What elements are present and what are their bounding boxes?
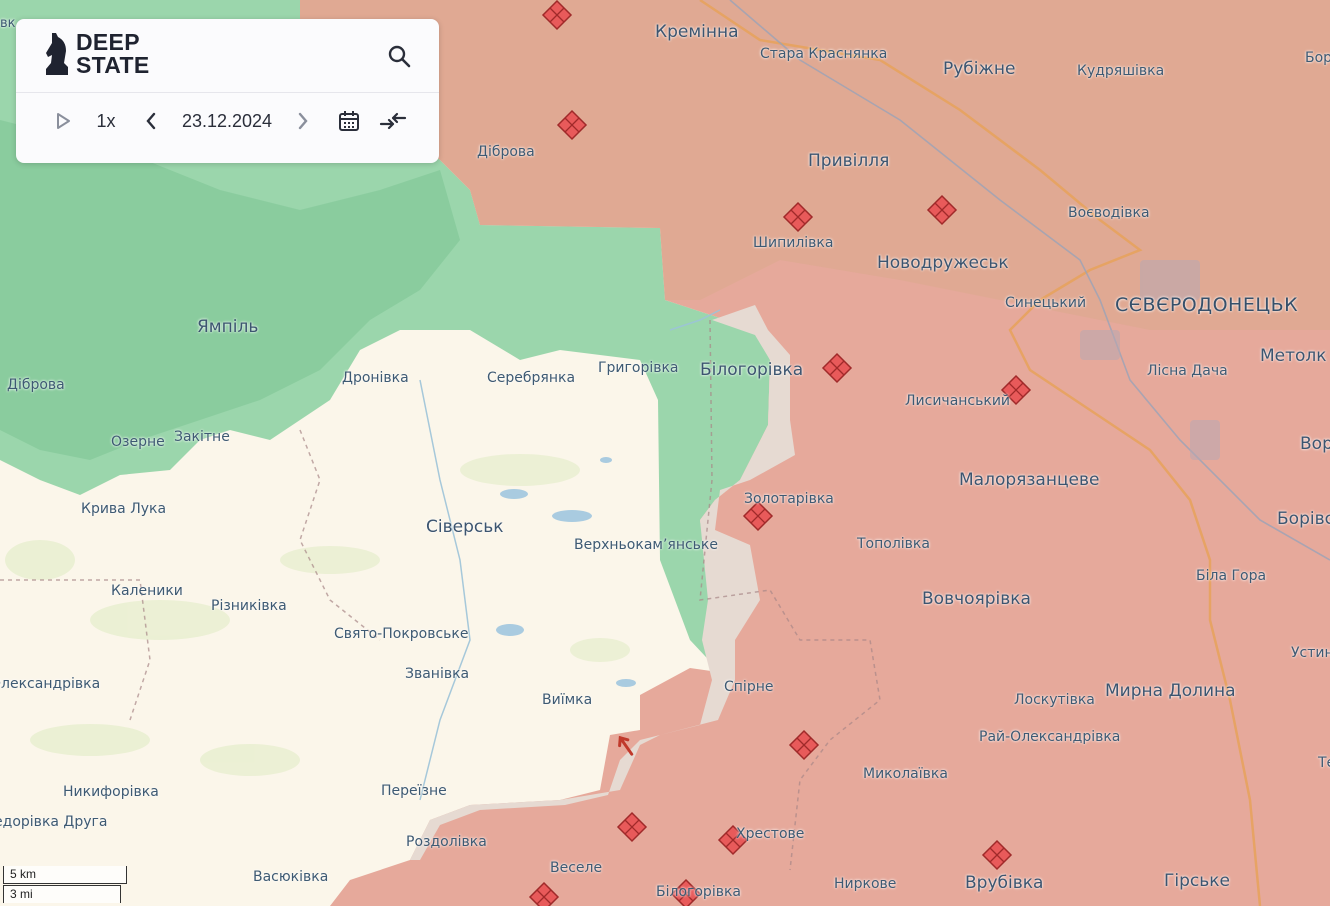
label-maloriazantseve: Малорязанцеве (959, 470, 1100, 490)
label-kudriashivka: Кудряшівка (1077, 63, 1165, 79)
label-nyrkove: Ниркове (834, 876, 897, 892)
search-icon (388, 45, 411, 68)
compare-button[interactable] (378, 106, 408, 136)
label-kreminna: Кремінна (655, 22, 739, 42)
label-fedorivka-druha: Федорівка Друга (0, 814, 108, 830)
next-date-button[interactable] (292, 106, 314, 136)
scale-km: 5 km (3, 866, 127, 884)
control-panel: DEEP STATE 1x 23.12.2024 (16, 19, 439, 163)
label-hirske: Гірське (1164, 871, 1230, 891)
label-vyimka: Виїмка (542, 692, 593, 708)
label-te: Те (1318, 755, 1330, 771)
label-shypylivka: Шипилівка (753, 235, 834, 251)
logo-line1: DEEP (76, 29, 140, 55)
label-kryva-luka: Крива Лука (81, 501, 167, 517)
label-ustyn: Устин (1291, 645, 1330, 661)
logo: DEEP STATE (44, 31, 149, 77)
label-rubizhne: Рубіжне (943, 59, 1016, 79)
label-svyato-pokrovske: Свято-Покровське (334, 626, 469, 642)
label-hryhorivka: Григорівка (598, 360, 679, 376)
label-oleksandrivka: Олександрівка (0, 676, 101, 692)
label-vovchoiarivka: Вовчоярівка (922, 589, 1031, 609)
label-bilohorivka-south: Білогорівка (656, 884, 741, 900)
label-vor: Вор (1300, 434, 1330, 454)
play-icon (57, 113, 70, 129)
label-siversk: Сіверськ (426, 517, 504, 537)
label-rozdolivka: Роздолівка (406, 834, 487, 850)
current-date[interactable]: 23.12.2024 (176, 106, 278, 136)
prev-icon (146, 112, 156, 130)
next-icon (298, 112, 308, 130)
label-riznykivka: Різниківка (211, 598, 287, 614)
play-button[interactable] (50, 106, 76, 136)
knight-logo-icon (46, 33, 68, 75)
label-yampil: Ямпіль (197, 317, 259, 337)
label-synetskyi: Синецький (1005, 295, 1087, 311)
calendar-button[interactable] (336, 106, 362, 136)
label-vrubivka: Врубівка (965, 873, 1044, 893)
label-zolotarivka: Золотарівка (744, 491, 834, 507)
label-lysychanskyi: Лисичанський (905, 393, 1011, 409)
speed-button[interactable]: 1x (92, 106, 120, 136)
label-dibrova-west: Діброва (7, 377, 65, 393)
label-bilohorivka: Білогорівка (700, 360, 804, 380)
label-voievodivka: Воєводівка (1068, 205, 1150, 221)
label-vesele: Веселе (550, 860, 603, 876)
label-metolk: Метолк (1260, 346, 1327, 366)
label-pryvillia: Привілля (808, 151, 890, 171)
label-rai-oleksandrivka: Рай-Олександрівка (979, 729, 1121, 745)
label-zvanivka: Званівка (405, 666, 470, 682)
label-vasiukivka: Васюківка (253, 869, 329, 885)
calendar-icon (339, 111, 359, 131)
label-vk: вк (0, 16, 16, 31)
label-lisna-dacha: Лісна Дача (1147, 363, 1228, 379)
label-pereizne: Переїзне (381, 783, 447, 799)
label-serebrianka: Серебрянка (487, 370, 576, 386)
prev-date-button[interactable] (140, 106, 162, 136)
label-stara-krasnianka: Стара Краснянка (760, 46, 888, 62)
label-novodruzhesk: Новодружеськ (877, 253, 1009, 273)
collapse-icon (379, 112, 407, 130)
label-nykyforivka: Никифорівка (63, 784, 159, 800)
label-borivske: Борівсь (1277, 509, 1330, 529)
label-spirne: Спірне (724, 679, 774, 695)
label-topolivka: Тополівка (857, 536, 930, 552)
label-dronivka: Дронівка (342, 370, 409, 386)
label-khrestove: Хрестове (736, 826, 805, 842)
label-loskutivka: Лоскутівка (1014, 692, 1095, 708)
label-bor: Бор (1305, 50, 1330, 66)
panel-divider (16, 92, 439, 93)
scale-mi: 3 mi (3, 885, 121, 903)
label-dibrova-north: Діброва (477, 144, 535, 160)
label-kalenyky: Каленики (111, 583, 183, 599)
label-verkhnokamianske: Верхньокам’янське (574, 537, 718, 553)
label-myrna-dolyna: Мирна Долина (1105, 681, 1236, 701)
label-zakitne: Закітне (174, 429, 230, 445)
label-sievierodonetsk: СЄВЄРОДОНЕЦЬК (1115, 294, 1299, 316)
label-mykolaivka: Миколаївка (863, 766, 948, 782)
logo-line2: STATE (76, 52, 150, 78)
label-ozerne: Озерне (111, 434, 165, 450)
label-bila-hora: Біла Гора (1196, 568, 1267, 584)
search-button[interactable] (384, 41, 414, 71)
